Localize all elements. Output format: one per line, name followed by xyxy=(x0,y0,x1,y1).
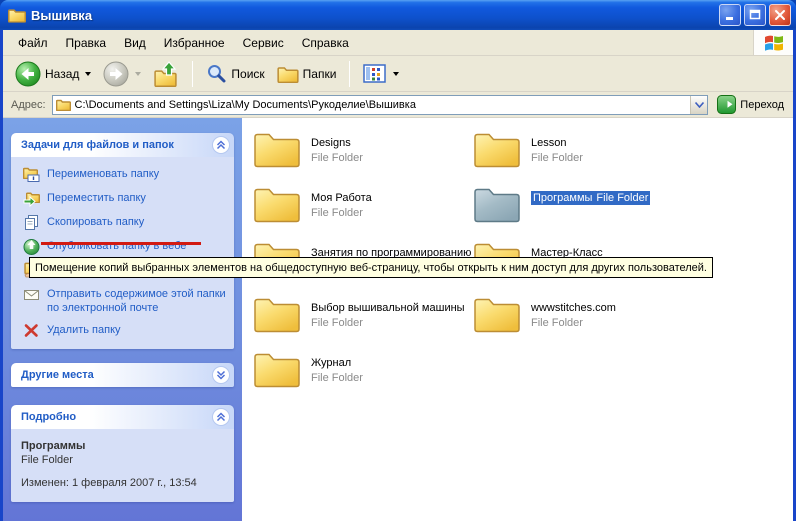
toolbar: Назад xyxy=(3,56,793,92)
rename-icon xyxy=(23,166,40,183)
chevron-down-icon xyxy=(695,102,704,108)
minimize-icon xyxy=(723,8,737,22)
collapse-button[interactable] xyxy=(212,136,230,154)
tooltip: Помещение копий выбранных элементов на о… xyxy=(29,257,713,278)
menubar: Файл Правка Вид Избранное Сервис Справка xyxy=(3,30,793,56)
go-icon xyxy=(717,95,736,114)
folder-icon xyxy=(473,295,521,333)
menu-help[interactable]: Справка xyxy=(293,33,358,53)
forward-icon xyxy=(103,61,129,87)
menu-favorites[interactable]: Избранное xyxy=(155,33,234,53)
folder-icon xyxy=(253,295,301,333)
close-button[interactable] xyxy=(769,4,791,26)
copy-icon xyxy=(23,214,40,231)
menu-view[interactable]: Вид xyxy=(115,33,155,53)
window-title: Вышивка xyxy=(31,8,719,23)
file-tile-wwwstitches[interactable]: wwwstitches.comFile Folder xyxy=(473,295,693,350)
task-email-folder-contents[interactable]: Отправить содержимое этой папки по элект… xyxy=(23,286,228,315)
email-icon xyxy=(23,286,40,303)
collapse-button[interactable] xyxy=(212,408,230,426)
minimize-button[interactable] xyxy=(719,4,741,26)
folder-icon xyxy=(253,185,301,223)
close-icon xyxy=(773,8,787,22)
details-modified-date: Изменен: 1 февраля 2007 г., 13:54 xyxy=(21,476,226,490)
search-icon xyxy=(206,63,227,84)
maximize-icon xyxy=(748,8,762,22)
views-icon xyxy=(363,64,387,84)
file-tile-vybor-mashiny[interactable]: Выбор вышивальной машиныFile Folder xyxy=(253,295,473,350)
publish-icon xyxy=(23,238,40,255)
chevron-double-up-icon xyxy=(216,412,226,422)
task-rename-folder[interactable]: Переименовать папку xyxy=(23,166,228,183)
expand-button[interactable] xyxy=(212,366,230,384)
section-details: Подробно Программы File Folder Изменен: … xyxy=(11,405,234,502)
details-selected-type: File Folder xyxy=(21,453,226,467)
forward-dropdown-icon xyxy=(135,72,141,76)
folder-icon xyxy=(253,350,301,388)
task-copy-folder[interactable]: Скопировать папку xyxy=(23,214,228,231)
task-publish-folder-to-web[interactable]: Опубликовать папку в вебе xyxy=(23,238,228,255)
up-button[interactable] xyxy=(149,59,183,89)
explorer-window: Вышивка Файл Правка Вид Избранное Сервис… xyxy=(0,0,796,521)
address-combo[interactable]: C:\Documents and Settings\Liza\My Docume… xyxy=(52,95,709,115)
folder-icon xyxy=(56,99,71,111)
menu-file[interactable]: Файл xyxy=(9,33,57,53)
folder-icon xyxy=(473,130,521,168)
folder-icon xyxy=(253,130,301,168)
file-list-view[interactable]: DesignsFile Folder LessonFile Folder Моя… xyxy=(242,118,793,521)
toolbar-separator xyxy=(349,61,350,87)
folders-icon xyxy=(277,65,299,83)
chevron-double-down-icon xyxy=(216,370,226,380)
folder-icon-selected xyxy=(473,185,521,223)
menu-edit[interactable]: Правка xyxy=(57,33,116,53)
address-label: Адрес: xyxy=(11,99,46,111)
search-button[interactable]: Поиск xyxy=(202,61,268,86)
folder-up-icon xyxy=(153,61,179,87)
file-tile-moya-rabota[interactable]: Моя РаботаFile Folder xyxy=(253,185,473,240)
go-button[interactable]: Переход xyxy=(714,94,787,115)
back-button[interactable]: Назад xyxy=(11,59,95,89)
move-icon xyxy=(23,190,40,207)
file-tasks-header[interactable]: Задачи для файлов и папок xyxy=(11,133,234,157)
details-selected-name: Программы xyxy=(21,439,226,453)
menu-tools[interactable]: Сервис xyxy=(234,33,293,53)
address-dropdown-button[interactable] xyxy=(690,96,707,114)
toolbar-separator xyxy=(192,61,193,87)
task-pane: Задачи для файлов и папок Пер xyxy=(3,118,242,521)
task-move-folder[interactable]: Переместить папку xyxy=(23,190,228,207)
file-tile-programmy-selected[interactable]: ПрограммыFile Folder xyxy=(473,185,693,240)
titlebar[interactable]: Вышивка xyxy=(0,0,796,30)
file-tile-lesson[interactable]: LessonFile Folder xyxy=(473,130,693,185)
windows-logo-icon xyxy=(753,30,793,55)
section-file-tasks: Задачи для файлов и папок Пер xyxy=(11,133,234,349)
back-icon xyxy=(15,61,41,87)
maximize-button[interactable] xyxy=(744,4,766,26)
task-delete-folder[interactable]: Удалить папку xyxy=(23,322,228,339)
folders-button[interactable]: Папки xyxy=(273,63,341,85)
back-dropdown-icon[interactable] xyxy=(85,72,91,76)
forward-button[interactable] xyxy=(99,59,145,89)
address-path[interactable]: C:\Documents and Settings\Liza\My Docume… xyxy=(75,99,691,111)
file-tile-designs[interactable]: DesignsFile Folder xyxy=(253,130,473,185)
other-places-header[interactable]: Другие места xyxy=(11,363,234,387)
folder-icon xyxy=(8,8,26,23)
views-button[interactable] xyxy=(359,62,403,86)
section-other-places: Другие места xyxy=(11,363,234,387)
file-tile-zhurnal[interactable]: ЖурналFile Folder xyxy=(253,350,473,405)
details-header[interactable]: Подробно xyxy=(11,405,234,429)
delete-icon xyxy=(23,322,40,339)
addressbar: Адрес: C:\Documents and Settings\Liza\My… xyxy=(3,92,793,118)
chevron-double-up-icon xyxy=(216,140,226,150)
annotation-red-underline xyxy=(41,242,201,245)
views-dropdown-icon[interactable] xyxy=(393,72,399,76)
